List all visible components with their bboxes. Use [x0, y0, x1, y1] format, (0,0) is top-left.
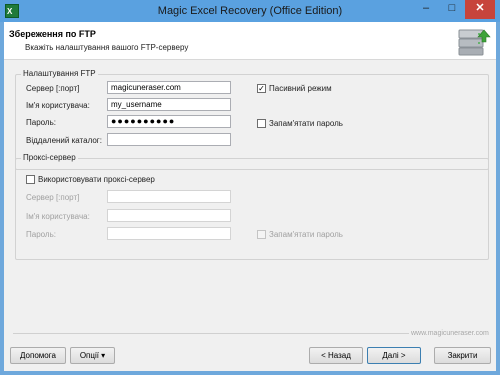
ftp-settings-group: Налаштування FTP: [15, 69, 489, 170]
page-subtitle: Вкажіть налаштування вашого FTP-серверу: [25, 43, 189, 52]
close-button[interactable]: Закрити: [434, 347, 491, 364]
title-bar: X Magic Excel Recovery (Office Edition) …: [0, 0, 500, 22]
close-window-button[interactable]: ✕: [465, 0, 495, 19]
ftp-username-input[interactable]: [107, 98, 231, 111]
wizard-header: Збереження по FTP Вкажіть налаштування в…: [4, 22, 496, 60]
page-title: Збереження по FTP: [9, 29, 96, 39]
proxy-server-input[interactable]: [107, 190, 231, 203]
ftp-settings-title: Налаштування FTP: [21, 69, 98, 78]
ftp-server-label: Сервер [:порт]: [26, 84, 80, 93]
ftp-password-label: Пароль:: [26, 118, 56, 127]
proxy-settings-group: Проксі-сервер: [15, 153, 489, 260]
use-proxy-label: Використовувати проксі-сервер: [38, 175, 155, 184]
proxy-server-label: Сервер [:порт]: [26, 193, 80, 202]
ftp-server-upload-icon: [458, 29, 491, 56]
maximize-button[interactable]: □: [439, 0, 465, 19]
passive-mode-label: Пасивний режим: [269, 84, 332, 93]
ftp-remember-password-checkbox[interactable]: [257, 119, 266, 128]
ftp-server-input[interactable]: [107, 81, 231, 94]
passive-mode-checkbox[interactable]: ✓: [257, 84, 266, 93]
next-button[interactable]: Далі >: [367, 347, 421, 364]
client-area: Збереження по FTP Вкажіть налаштування в…: [4, 22, 496, 371]
proxy-password-input[interactable]: [107, 227, 231, 240]
proxy-remember-password-checkbox[interactable]: [257, 230, 266, 239]
back-button[interactable]: < Назад: [309, 347, 363, 364]
ftp-username-label: Ім'я користувача:: [26, 101, 90, 110]
website-link: www.magicuneraser.com: [409, 330, 491, 337]
minimize-button[interactable]: –: [413, 0, 439, 19]
ftp-remote-dir-input[interactable]: [107, 133, 231, 146]
ftp-password-input[interactable]: ●●●●●●●●●●: [107, 115, 231, 128]
ftp-remote-dir-label: Віддалений каталог:: [26, 136, 102, 145]
proxy-username-label: Ім'я користувача:: [26, 212, 90, 221]
proxy-remember-password-label: Запам'ятати пароль: [269, 230, 343, 239]
proxy-username-input[interactable]: [107, 209, 231, 222]
ftp-remember-password-label: Запам'ятати пароль: [269, 119, 343, 128]
options-button[interactable]: Опції ▾: [70, 347, 115, 364]
proxy-password-label: Пароль:: [26, 230, 56, 239]
use-proxy-checkbox[interactable]: [26, 175, 35, 184]
help-button[interactable]: Допомога: [10, 347, 66, 364]
proxy-settings-title: Проксі-сервер: [21, 153, 78, 162]
app-window: X Magic Excel Recovery (Office Edition) …: [0, 0, 500, 375]
